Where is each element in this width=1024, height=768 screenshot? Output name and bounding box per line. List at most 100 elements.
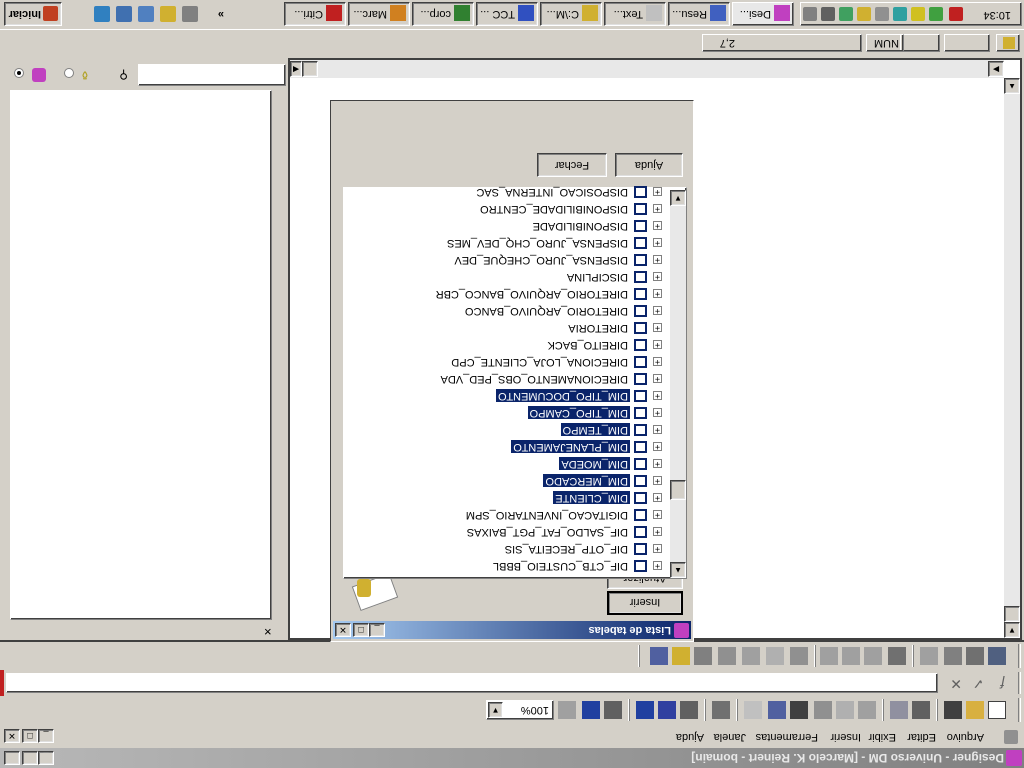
expand-icon[interactable]: + [653,187,662,197]
doc-restore-button[interactable]: □ [22,729,38,743]
classes-radio-icon[interactable] [32,68,46,82]
menu-editar[interactable]: Editar [907,731,936,743]
task-button[interactable]: Citri... [284,2,346,26]
expand-icon[interactable]: + [653,527,662,537]
tray-check-icon[interactable] [929,7,943,21]
zoom-select[interactable]: 100% ▼ [486,700,554,720]
insert-table-icon[interactable] [888,647,906,665]
table-list[interactable]: ▲ ▼ + DIF_CTB_CUSTEIO_BBBL + DIF_OTP_RECEIT… [343,186,687,579]
table-row[interactable]: + DISPOSICAO_INTERNA_SAC [362,183,662,200]
cut-icon[interactable] [858,701,876,719]
expand-icon[interactable]: + [653,442,662,452]
expand-icon[interactable]: + [653,289,662,299]
tray-globe-icon[interactable] [839,7,853,21]
tray-tag-icon[interactable] [857,7,871,21]
chevron-down-icon[interactable]: ▼ [488,702,503,718]
menu-janela[interactable]: Janela [714,731,746,743]
insert-join-icon[interactable] [864,647,882,665]
new-icon[interactable] [988,701,1006,719]
document-menu-icon[interactable] [1004,730,1018,744]
cancel-formula-icon[interactable]: ✕ [950,675,962,692]
dialog-minimize-button[interactable]: _ [369,623,385,637]
clock[interactable]: 10:34 [983,9,1011,21]
insert-button[interactable]: Inserir [607,591,683,615]
scroll-down-button[interactable]: ▲ [1004,78,1020,94]
task-button[interactable]: Desi... [732,2,794,26]
help-button[interactable]: Ajuda [615,153,683,177]
structure-hscrollbar[interactable]: ▶ ◀ [290,60,1004,78]
quicklaunch-app-icon[interactable] [182,6,198,22]
table-row[interactable]: + DIF_OTP_RECEITA_SIS [362,540,662,557]
table-row[interactable]: + DIRETORIO_ARQUIVO_BANCO [362,302,662,319]
expand-icon[interactable]: + [653,238,662,248]
integrity-icon[interactable] [766,647,784,665]
ie-browser-icon[interactable] [94,6,110,22]
universe-search-input[interactable] [138,64,286,86]
universe-tree[interactable] [10,90,272,620]
universe-pane-close[interactable]: ✕ [8,624,272,636]
redo-icon[interactable] [744,701,762,719]
expand-icon[interactable]: + [653,272,662,282]
expand-icon[interactable]: + [653,340,662,350]
structure-vscrollbar[interactable]: ▼ ▲ [1004,78,1020,638]
table-row[interactable]: + DIM_MERCADO [362,472,662,489]
expand-icon[interactable]: + [653,255,662,265]
expand-icon[interactable]: + [653,408,662,418]
quicklaunch-explorer-icon[interactable] [138,6,154,22]
table-row[interactable]: + DIM_CLIENTE [362,489,662,506]
table-row[interactable]: + DISPENSA_JURO_CHEQUE_DEV [362,251,662,268]
conditions-radio-icon[interactable]: ⚱ [80,68,90,82]
row-count-icon[interactable] [842,647,860,665]
scroll-right-button[interactable]: ▶ [988,61,1004,77]
table-row[interactable]: + DIRECIONAMENTO_OBS_PED_VDA [362,370,662,387]
tray-app-icon[interactable] [875,7,889,21]
table-row[interactable]: + DISPENSA_JURO_CHQ_DEV_MES [362,234,662,251]
expand-icon[interactable]: + [653,544,662,554]
table-row[interactable]: + DIREITO_BACK [362,336,662,353]
join-icon[interactable] [650,647,668,665]
pane-close-icon[interactable]: ✕ [264,625,272,636]
task-button[interactable]: TCC ... [476,2,538,26]
menu-exibir[interactable]: Exibir [868,731,896,743]
window-titlebar[interactable]: Designer - Universo DM - [Marcelo K. Rei… [0,748,1024,768]
table-values-icon[interactable] [820,647,838,665]
expand-icon[interactable]: + [653,391,662,401]
object-icon[interactable] [966,647,984,665]
menu-ajuda[interactable]: Ajuda [676,731,704,743]
menu-ferramentas[interactable]: Ferramentas [756,731,818,743]
conditions-radio[interactable] [64,68,74,78]
minimize-window-button[interactable]: _ [38,751,54,765]
quicklaunch-tool-icon[interactable] [160,6,176,22]
expand-icon[interactable]: + [653,425,662,435]
condition-icon[interactable] [944,647,962,665]
table-row[interactable]: + DIGITACAO_INVENTARIO_SPM [362,506,662,523]
expand-icon[interactable]: + [653,374,662,384]
open-icon[interactable] [966,701,984,719]
table-row[interactable]: + DIF_SALDO_FAT_PGT_BAIXAS [362,523,662,540]
volume-icon[interactable] [803,7,817,21]
table-row[interactable]: + DIF_CTB_CUSTEIO_BBBL [362,557,662,574]
menu-inserir[interactable]: Inserir [830,731,861,743]
menu-arquivo[interactable]: Arquivo [947,731,984,743]
tray-monitor-icon[interactable] [821,7,835,21]
expand-icon[interactable]: + [653,561,662,571]
task-button[interactable]: Resu... [668,2,730,26]
table-row[interactable]: + DIRETORIO_ARQUIVO_BANCO_CBR [362,285,662,302]
close-button[interactable]: Fechar [537,153,607,177]
print-preview-icon[interactable] [890,701,908,719]
table-row[interactable]: + DIM_MOEDA [362,455,662,472]
start-button[interactable]: Iniciar [4,2,62,26]
expand-icon[interactable]: + [653,357,662,367]
table-row[interactable]: + DIRECIONA_LOJA_CLIENTE_CPD [362,353,662,370]
undo-icon[interactable] [768,701,786,719]
filter-icon[interactable]: ⚲ [119,68,128,82]
tray-record-icon[interactable] [949,7,963,21]
tray-notify-icon[interactable] [911,7,925,21]
task-button[interactable]: Marc... [348,2,410,26]
check-icon[interactable]: ✓ [972,675,984,692]
table-row[interactable]: + DIRETORIA [362,319,662,336]
format-painter-icon[interactable] [790,701,808,719]
doc-close-button[interactable]: ✕ [4,729,20,743]
table-row[interactable]: + DIM_PLANEJAMENTO [362,438,662,455]
table-row[interactable]: + DISPONIBILIDADE_CENTRO [362,200,662,217]
